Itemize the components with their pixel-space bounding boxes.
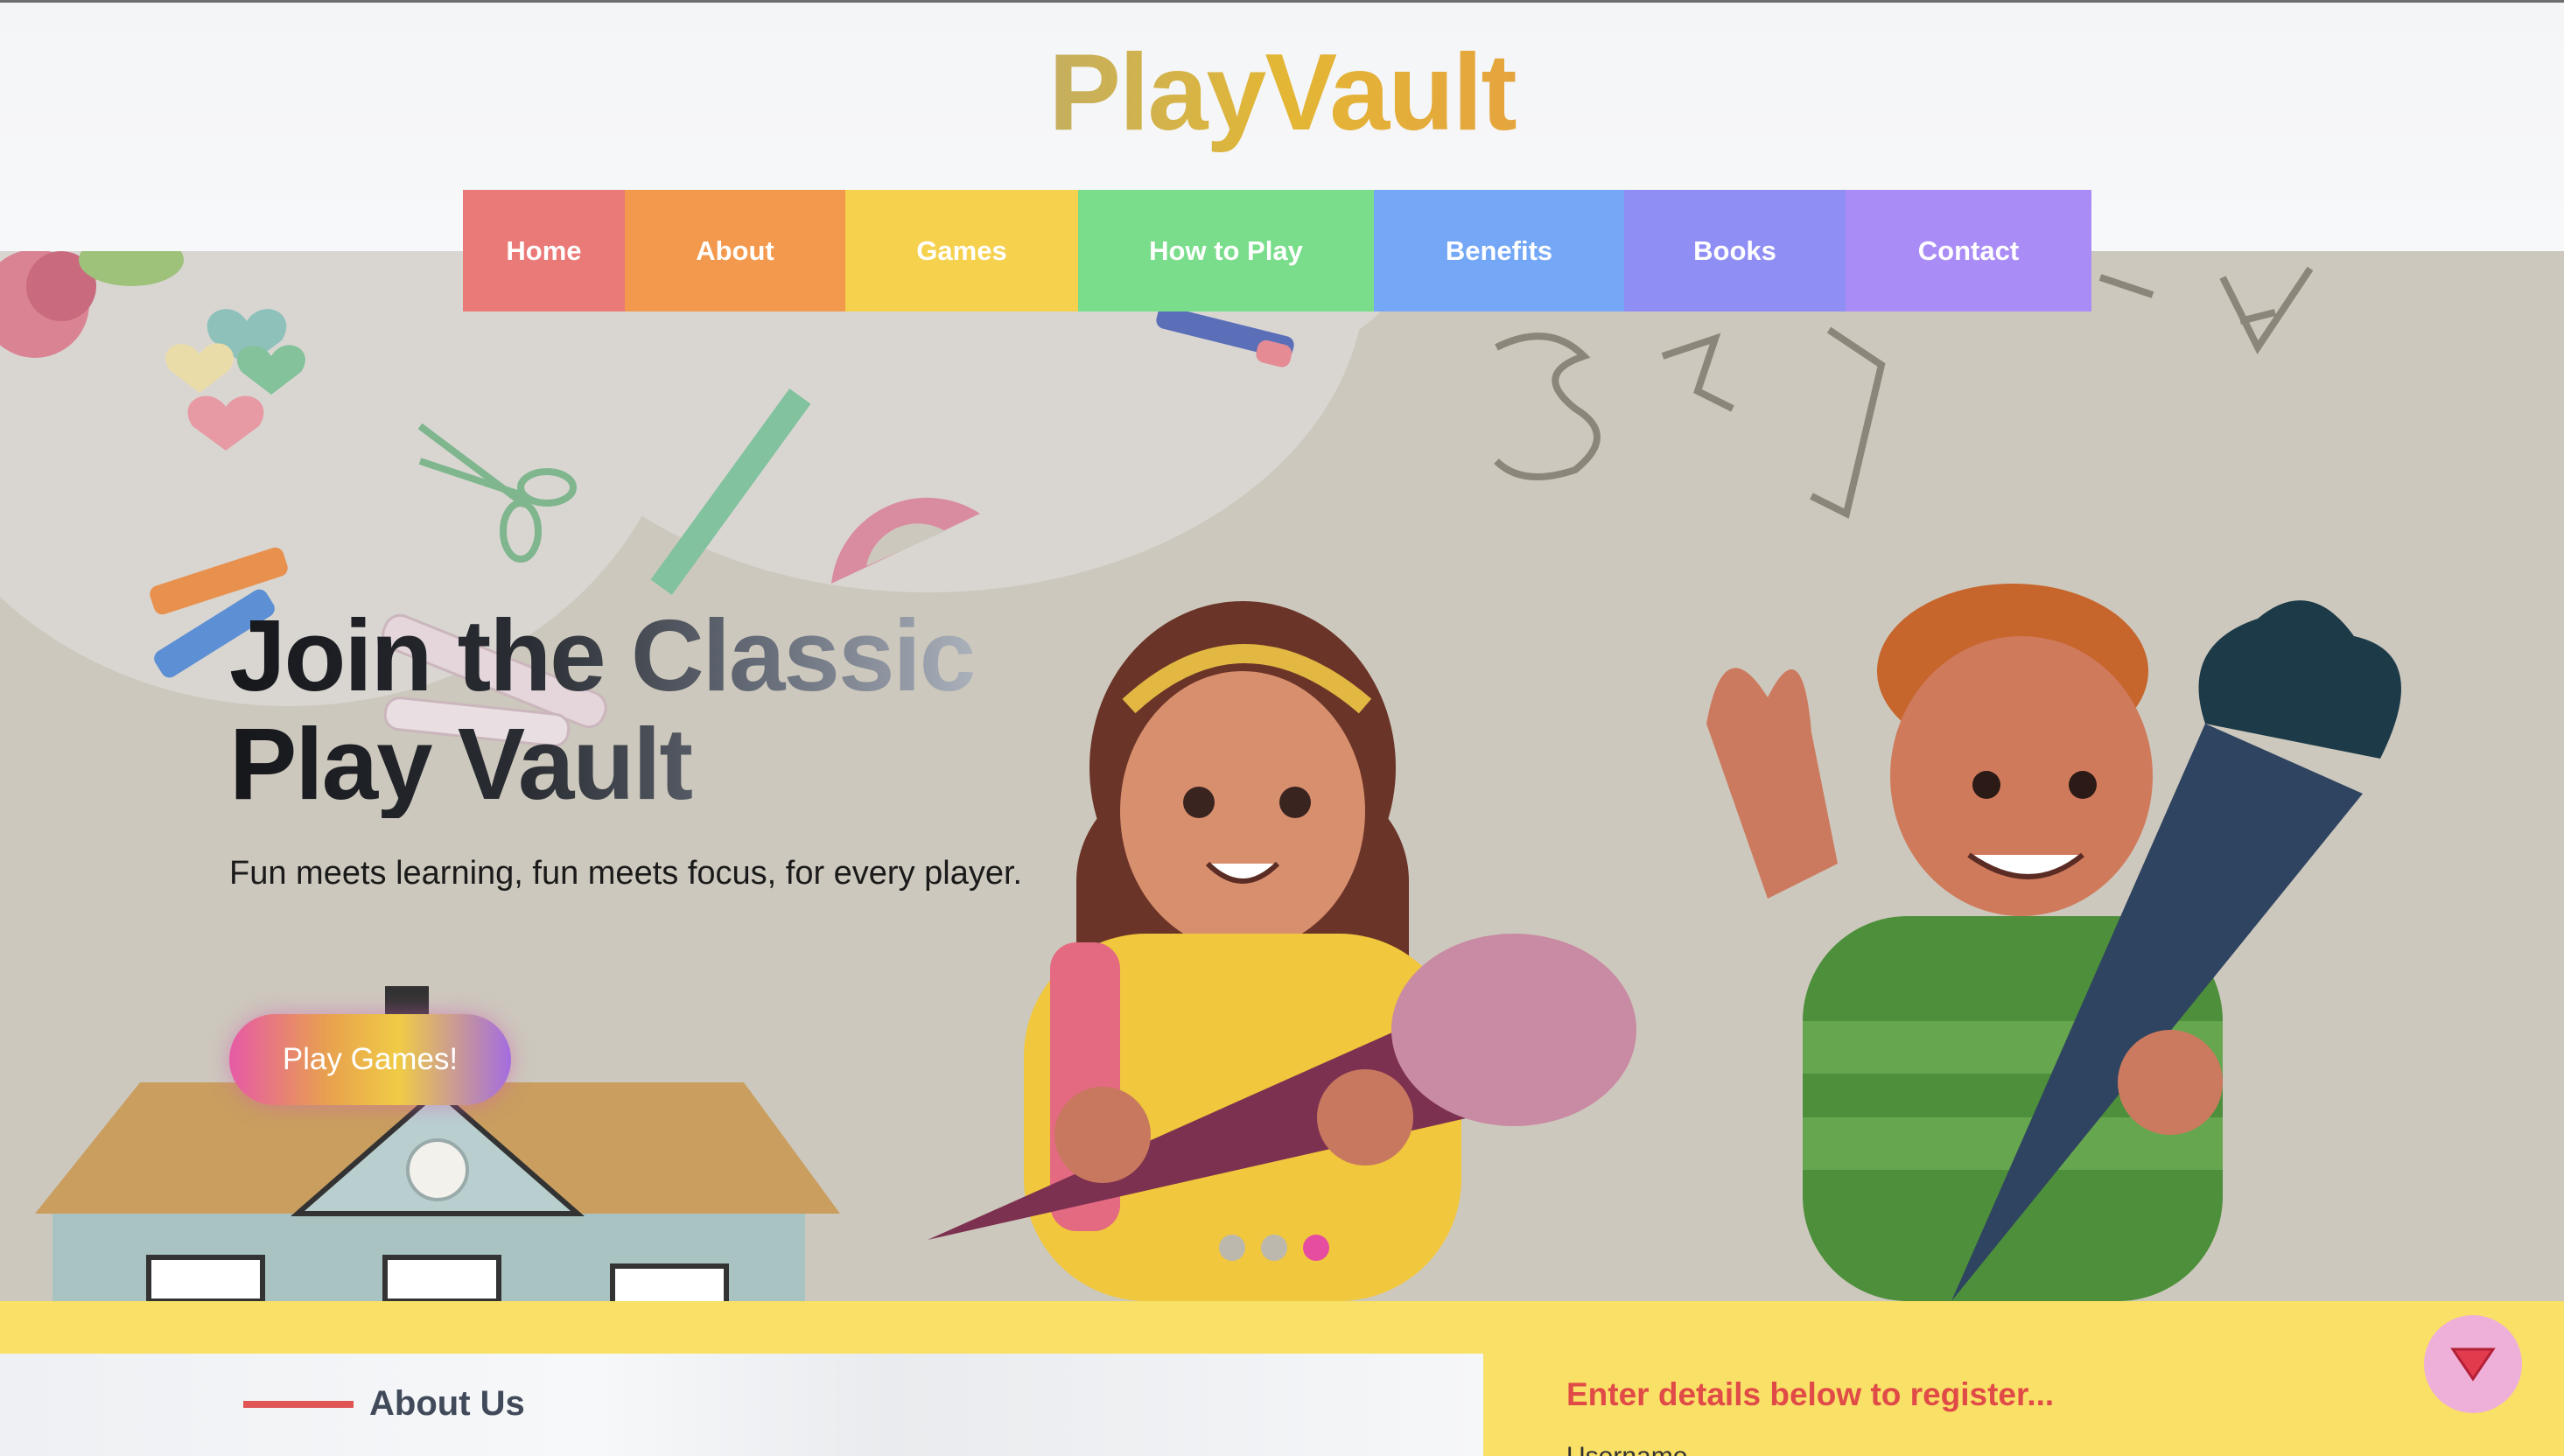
brain-toy-icon [0, 251, 184, 358]
protractor-icon [831, 497, 980, 584]
username-label: Username [1566, 1442, 1687, 1456]
scissors-icon [417, 423, 577, 563]
ruler-icon [650, 388, 811, 596]
nav-item-about[interactable]: About [625, 190, 845, 312]
nav-item-label: Books [1693, 234, 1776, 266]
nav-item-games[interactable]: Games [845, 190, 1078, 312]
main-nav: Home About Games How to Play Benefits Bo… [463, 190, 2091, 312]
nav-item-benefits[interactable]: Benefits [1374, 190, 1624, 312]
about-heading: About Us [369, 1384, 525, 1423]
nav-item-label: How to Play [1149, 234, 1303, 266]
pencil-icon [1156, 306, 1294, 368]
nav-item-label: About [696, 234, 774, 266]
hero-subtitle: Fun meets learning, fun meets focus, for… [229, 855, 1023, 892]
hero-title: Join the Classic Play Vault [229, 601, 974, 818]
nav-item-how-to-play[interactable]: How to Play [1078, 190, 1374, 312]
heart-candies-icon [165, 309, 305, 451]
nav-item-label: Games [916, 234, 1007, 266]
about-heading-accent-line [243, 1401, 354, 1408]
carousel-dot-1[interactable] [1219, 1235, 1245, 1261]
nav-item-label: Contact [1917, 234, 2020, 266]
scroll-down-button[interactable] [2424, 1315, 2522, 1413]
triangle-down-icon [2450, 1348, 2496, 1382]
site-logo[interactable]: PlayVault [0, 27, 2564, 158]
nav-item-contact[interactable]: Contact [1846, 190, 2091, 312]
nav-item-label: Home [506, 234, 582, 266]
nav-item-label: Benefits [1445, 234, 1553, 266]
boy-character-illustration [1706, 584, 2401, 1301]
nav-item-home[interactable]: Home [463, 190, 625, 312]
play-games-button[interactable]: Play Games! [229, 1014, 511, 1105]
carousel-dot-3[interactable] [1303, 1235, 1329, 1261]
carousel-dots [1219, 1235, 1329, 1261]
hero-banner: Join the Classic Play Vault Fun meets le… [0, 251, 2564, 1301]
register-prompt: Enter details below to register... [1566, 1376, 2055, 1412]
hero-title-line-2: Play Vault [229, 707, 692, 821]
girl-character-illustration [928, 601, 1636, 1301]
hero-title-line-1: Join the Classic [229, 598, 975, 712]
about-section [0, 1354, 1483, 1456]
nav-item-books[interactable]: Books [1624, 190, 1846, 312]
carousel-dot-2[interactable] [1261, 1235, 1287, 1261]
